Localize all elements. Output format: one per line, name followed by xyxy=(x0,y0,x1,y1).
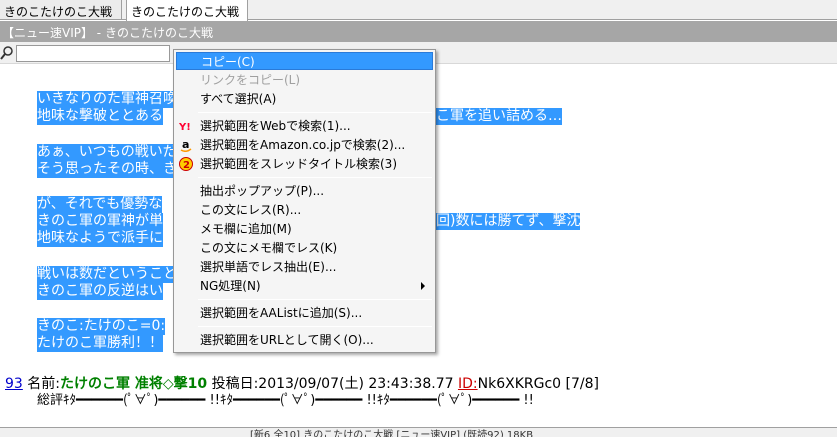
thread-title-bar: 【ニュー速VIP】 - きのこたけのこ大戦 xyxy=(0,21,837,42)
status-bar: [新6 全10] きのこたけのこ大戦 [ニュー速VIP] (既読92) 18KB xyxy=(0,427,837,437)
amazon-icon-text: a xyxy=(182,138,189,151)
id-count: [7/8] xyxy=(565,376,599,392)
menu-item-add-memo[interactable]: メモ欄に追加(M) xyxy=(176,220,433,238)
number-two-icon: 2 xyxy=(179,157,193,171)
menu-item-label: この文にメモ欄でレス(K) xyxy=(200,241,338,255)
menu-item-label: 選択範囲をURLとして開く(O)... xyxy=(200,333,374,347)
menu-item-extract-popup[interactable]: 抽出ポップアップ(P)... xyxy=(176,182,433,200)
menu-item-label: NG処理(N) xyxy=(200,279,261,293)
menu-item-reply-with-memo[interactable]: この文にメモ欄でレス(K) xyxy=(176,239,433,257)
post-line: 地味な撃破ととある xyxy=(37,108,163,125)
menu-separator xyxy=(198,326,432,327)
menu-item-label: 抽出ポップアップ(P)... xyxy=(200,184,325,198)
menu-item-extract-by-word[interactable]: 選択単語でレス抽出(E)... xyxy=(176,258,433,276)
menu-item-label: 選択範囲をスレッドタイトル検索(3) xyxy=(200,157,397,171)
menu-item-label: 選択範囲をWebで検索(1)... xyxy=(200,119,351,133)
yahoo-icon-text: Y! xyxy=(179,122,191,133)
context-menu: コピー(C) リンクをコピー(L) すべて選択(A) Y! 選択範囲をWebで検… xyxy=(173,49,436,353)
id-label-link[interactable]: ID: xyxy=(458,376,478,392)
post-line-fragment: 回)数には勝てず、撃沈 xyxy=(436,213,581,230)
menu-item-add-to-aalist[interactable]: 選択範囲をAAListに追加(S)... xyxy=(176,304,433,322)
poster-name[interactable]: たけのこ軍 准将◇撃10 xyxy=(60,376,207,392)
menu-item-select-all[interactable]: すべて選択(A) xyxy=(176,90,433,108)
post-line: あぁ、いつもの戦いだ xyxy=(37,144,177,161)
menu-item-amazon-search[interactable]: a 選択範囲をAmazon.co.jpで検索(2)... xyxy=(176,136,433,154)
number-two-icon-text: 2 xyxy=(183,160,190,171)
post-line: が、それでも優勢な xyxy=(37,196,163,213)
status-text: [新6 全10] きのこたけのこ大戦 [ニュー速VIP] (既読92) 18KB xyxy=(250,430,534,437)
menu-item-ng-processing[interactable]: NG処理(N) xyxy=(176,277,433,295)
post-line: 戦いは数だということ xyxy=(37,266,177,283)
search-input[interactable] xyxy=(16,45,170,62)
tab-thread-2[interactable]: きのこたけのこ大戦 xyxy=(126,0,248,21)
posted-label: 投稿日: xyxy=(211,376,259,392)
post-line: たけのこ軍勝利！！ xyxy=(37,335,163,352)
menu-item-label: メモ欄に追加(M) xyxy=(200,222,292,236)
menu-item-copy-link[interactable]: リンクをコピー(L) xyxy=(176,71,433,89)
post-line: いきなりのた軍神召喚 xyxy=(37,91,177,108)
menu-item-thread-title-search[interactable]: 2 選択範囲をスレッドタイトル検索(3) xyxy=(176,155,433,173)
name-label: 名前: xyxy=(27,376,60,392)
tab-bar: きのこたけのこ大戦 きのこたけのこ大戦 xyxy=(0,0,837,21)
menu-item-reply-to-text[interactable]: この文にレス(R)... xyxy=(176,201,433,219)
response-body: 総評ｷﾀ━━━━━━(ﾟ∀ﾟ)━━━━━━ !!ｷﾀ━━━━━━(ﾟ∀ﾟ)━━━… xyxy=(37,393,534,408)
menu-item-copy[interactable]: コピー(C) xyxy=(176,52,433,70)
menu-item-label: コピー(C) xyxy=(201,55,255,69)
tab-thread-1[interactable]: きのこたけのこ大戦 xyxy=(0,0,122,20)
post-date: 2013/09/07(土) 23:43:38.77 xyxy=(258,376,454,392)
response-number-link[interactable]: 93 xyxy=(5,376,23,392)
menu-item-label: 選択単語でレス抽出(E)... xyxy=(200,260,337,274)
response-header: 93 名前:たけのこ軍 准将◇撃10 投稿日:2013/09/07(土) 23:… xyxy=(5,375,599,393)
amazon-icon: a xyxy=(180,138,192,152)
post-line: 地味なようで派手に xyxy=(37,230,163,247)
post-line: きのこ軍の軍神が単 xyxy=(37,213,163,230)
post-line: そう思ったその時、き xyxy=(37,161,177,178)
search-icon[interactable] xyxy=(0,45,14,61)
menu-item-label: この文にレス(R)... xyxy=(200,203,302,217)
menu-separator xyxy=(198,112,432,113)
menu-separator xyxy=(198,299,432,300)
menu-item-label: 選択範囲をAAListに追加(S)... xyxy=(200,306,363,320)
menu-item-open-as-url[interactable]: 選択範囲をURLとして開く(O)... xyxy=(176,331,433,349)
menu-separator xyxy=(198,177,432,178)
menu-item-label: リンクをコピー(L) xyxy=(200,73,301,87)
menu-item-web-search[interactable]: Y! 選択範囲をWebで検索(1)... xyxy=(176,117,433,135)
post-line: きのこ軍の反逆はい xyxy=(37,283,163,300)
poster-id: Nk6XKRGc0 xyxy=(477,376,562,392)
submenu-arrow-icon xyxy=(421,282,425,290)
menu-item-label: すべて選択(A) xyxy=(200,92,277,106)
post-line: きのこ:たけのこ=0: xyxy=(37,318,166,335)
post-line-fragment: こ軍を追い詰める… xyxy=(436,108,562,125)
yahoo-icon: Y! xyxy=(179,122,191,133)
menu-item-label: 選択範囲をAmazon.co.jpで検索(2)... xyxy=(200,138,406,152)
